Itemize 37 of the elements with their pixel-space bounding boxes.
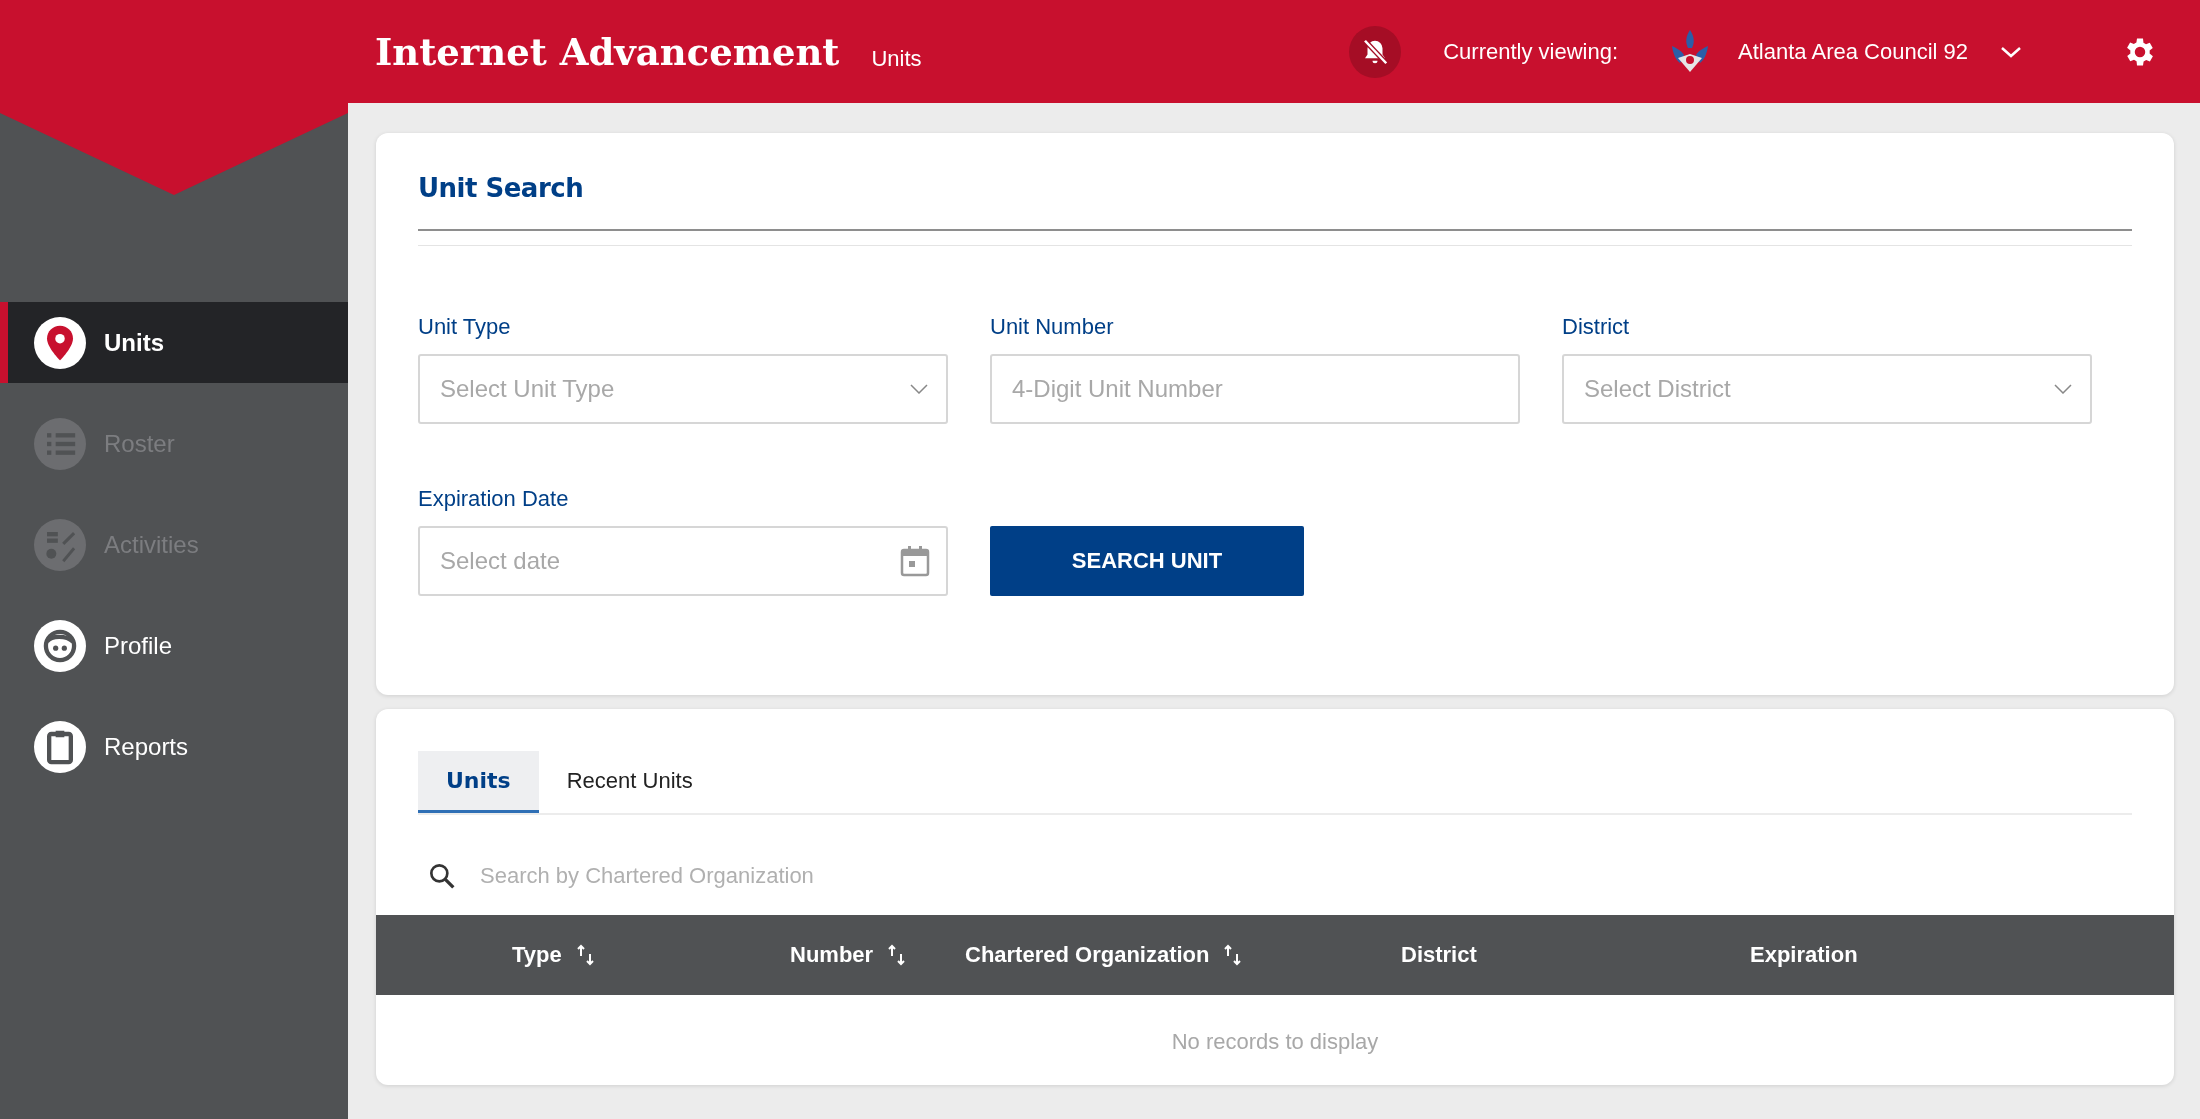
- column-header: Expiration: [1750, 942, 1859, 968]
- council-name[interactable]: Atlanta Area Council 92: [1738, 38, 1968, 65]
- dropdown-field[interactable]: Select District: [1562, 354, 2092, 424]
- search-button[interactable]: SEARCH UNIT: [990, 526, 1304, 596]
- date-field[interactable]: Select date: [418, 526, 948, 596]
- column-header: District: [1401, 942, 1478, 968]
- empty-message: No records to display: [1170, 1028, 1380, 1055]
- column-header[interactable]: Chartered Organization: [965, 942, 1401, 968]
- page-subtitle: Units: [871, 45, 922, 72]
- tab[interactable]: Recent Units: [538, 751, 721, 813]
- calendar-icon: [900, 545, 930, 577]
- sidebar-item[interactable]: Units: [0, 302, 348, 383]
- sidebar-item[interactable]: Reports: [0, 706, 348, 787]
- chevron-down-icon[interactable]: [2000, 44, 2022, 59]
- chevron-down-icon: [910, 384, 928, 394]
- sort-icon[interactable]: [1223, 944, 1244, 966]
- card-title: Unit Search: [418, 173, 585, 203]
- field-label: Expiration Date: [418, 486, 570, 512]
- sort-icon[interactable]: [575, 944, 596, 966]
- field-label: Unit Number: [990, 314, 1115, 340]
- dropdown-field[interactable]: Select Unit Type: [418, 354, 948, 424]
- column-header[interactable]: Number: [790, 942, 965, 968]
- column-header[interactable]: Type: [512, 942, 790, 968]
- chevron-down-icon: [2054, 384, 2072, 394]
- activities-icon: [34, 518, 86, 571]
- viewing-label: Currently viewing:: [1443, 38, 1619, 65]
- map-pin-icon: [34, 316, 86, 369]
- clipboard-icon: [34, 720, 86, 773]
- app-title: Internet Advancement: [375, 29, 840, 74]
- sort-icon[interactable]: [887, 944, 908, 966]
- input-field[interactable]: 4-Digit Unit Number: [990, 354, 1520, 424]
- field-label: Unit Type: [418, 314, 512, 340]
- field-label: District: [1562, 314, 1631, 340]
- sidebar-item[interactable]: Profile: [0, 605, 348, 686]
- list-icon: [34, 417, 86, 470]
- tab[interactable]: Units: [418, 751, 539, 813]
- face-icon: [34, 619, 86, 672]
